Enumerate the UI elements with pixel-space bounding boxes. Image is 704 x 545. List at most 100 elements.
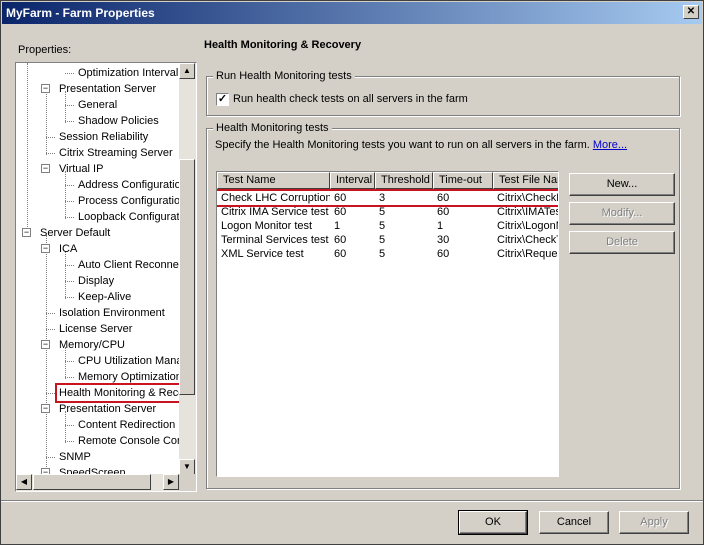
tests-list[interactable]: Test Name Interval Threshold Time-out Test F… (216, 171, 559, 477)
tree-guide-line (27, 63, 28, 235)
tree-item-server-default[interactable]: Server Default (38, 225, 112, 241)
tree-branch-line (65, 281, 74, 282)
table-cell: 1 (334, 220, 341, 232)
table-row[interactable]: Logon Monitor test 1 5 1 Citrix\LogonMonitor… (217, 219, 558, 233)
collapse-icon[interactable]: − (22, 228, 31, 237)
column-header[interactable]: Test File Name (493, 172, 558, 189)
tree-branch-line (46, 137, 55, 138)
tree-item-process-configuration[interactable]: Process Configuration (76, 193, 180, 209)
table-cell: Citrix\CheckTermSrv.dll (497, 234, 558, 246)
tree-item-cpu-utilization-management[interactable]: CPU Utilization Management (76, 353, 180, 369)
table-row[interactable]: Citrix IMA Service test 60 5 60 Citrix\IMATe… (217, 205, 558, 219)
tree-branch-line (46, 153, 55, 154)
tree-branch-line (65, 297, 74, 298)
page-title: Health Monitoring & Recovery (204, 39, 362, 51)
run-tests-checkbox-label[interactable]: Run health check tests on all servers in… (233, 93, 468, 105)
tree-branch-line (65, 425, 74, 426)
table-cell: 60 (334, 248, 347, 260)
scroll-thumb[interactable] (179, 159, 195, 395)
properties-tree[interactable]: Optimization Interval − Presentation Serve… (15, 62, 197, 492)
tree-item-memory-optimization[interactable]: Memory Optimization (76, 369, 180, 385)
tree-item-session-reliability[interactable]: Session Reliability (57, 129, 150, 145)
cancel-button[interactable]: Cancel (539, 511, 609, 534)
close-icon[interactable]: ✕ (683, 5, 699, 19)
column-header[interactable]: Interval (330, 172, 375, 189)
tree-branch-line (65, 201, 74, 202)
scroll-right-icon[interactable]: ▶ (163, 474, 179, 490)
ok-button[interactable]: OK (458, 510, 528, 535)
tree-guide-line (46, 91, 47, 155)
column-header[interactable]: Test Name (217, 172, 330, 189)
scroll-up-icon[interactable]: ▲ (179, 63, 195, 79)
collapse-icon[interactable]: − (41, 84, 50, 93)
tree-branch-line (46, 393, 55, 394)
table-cell: 5 (379, 206, 386, 218)
tree-item-virtual-ip[interactable]: Virtual IP (57, 161, 105, 177)
tree-item-optimization-interval[interactable]: Optimization Interval (76, 65, 180, 81)
scroll-corner (179, 474, 196, 491)
scroll-thumb-horizontal[interactable] (33, 474, 151, 490)
tree-branch-line (65, 441, 74, 442)
column-header[interactable]: Time-out (433, 172, 493, 189)
tree-branch-line (46, 329, 55, 330)
tree-item-license-server[interactable]: License Server (57, 321, 134, 337)
tree-item-shadow-policies[interactable]: Shadow Policies (76, 113, 161, 129)
table-row[interactable]: XML Service test 60 5 60 Citrix\RequestTicke… (217, 247, 558, 261)
tree-branch-line (65, 121, 74, 122)
tree-item-memory-cpu[interactable]: Memory/CPU (57, 337, 127, 353)
tests-group-title: Health Monitoring tests (213, 122, 332, 134)
collapse-icon[interactable]: − (41, 340, 50, 349)
table-cell: 30 (437, 234, 450, 246)
run-tests-checkbox[interactable]: ✓ (216, 93, 229, 106)
apply-button[interactable]: Apply (619, 511, 689, 534)
scroll-down-icon[interactable]: ▼ (179, 459, 195, 475)
tree-item-keep-alive[interactable]: Keep-Alive (76, 289, 133, 305)
table-cell: Citrix\RequestTicket.dll (497, 248, 558, 260)
tree-item-content-redirection[interactable]: Content Redirection (76, 417, 177, 433)
delete-button[interactable]: Delete (569, 231, 675, 254)
tree-item-snmp[interactable]: SNMP (57, 449, 93, 465)
tests-description: Specify the Health Monitoring tests you … (215, 139, 627, 151)
tree-branch-line (65, 185, 74, 186)
tree-item-display[interactable]: Display (76, 273, 116, 289)
table-cell: 60 (334, 206, 347, 218)
table-cell: 5 (379, 248, 386, 260)
tree-vertical-scrollbar[interactable]: ▲ ▼ (179, 63, 196, 475)
tree-branch-line (65, 73, 74, 74)
table-cell: 5 (379, 220, 386, 232)
tree-guide-line (65, 171, 66, 219)
tree-item-citrix-streaming-server[interactable]: Citrix Streaming Server (57, 145, 175, 161)
table-row[interactable]: Terminal Services test 60 5 30 Citrix\CheckT… (217, 233, 558, 247)
table-cell: 60 (437, 206, 450, 218)
tree-branch-line (65, 217, 74, 218)
table-cell: Check LHC Corruption (221, 192, 330, 204)
tree-item-loopback-configuration[interactable]: Loopback Configuration (76, 209, 180, 225)
collapse-icon[interactable]: − (41, 404, 50, 413)
tests-description-text: Specify the Health Monitoring tests you … (215, 139, 590, 151)
collapse-icon[interactable]: − (41, 164, 50, 173)
tree-item-auto-client-reconnect[interactable]: Auto Client Reconnect (76, 257, 180, 273)
tree-item-ica[interactable]: ICA (57, 241, 79, 257)
tree-item-isolation-environment[interactable]: Isolation Environment (57, 305, 167, 321)
scroll-left-icon[interactable]: ◀ (16, 474, 32, 490)
tree-horizontal-scrollbar[interactable]: ◀ ▶ (16, 474, 180, 491)
table-cell: 3 (379, 192, 386, 204)
table-cell: Citrix\CheckLHC.dll (497, 192, 558, 204)
table-cell: 1 (437, 220, 444, 232)
more-link[interactable]: More... (593, 139, 627, 151)
tree-item-presentation-server[interactable]: Presentation Server (57, 81, 158, 97)
properties-label: Properties: (18, 44, 72, 56)
tree-item-address-configuration[interactable]: Address Configuration (76, 177, 180, 193)
tree-branch-line (65, 265, 74, 266)
tree-item-general[interactable]: General (76, 97, 119, 113)
column-header[interactable]: Threshold (375, 172, 433, 189)
new-button[interactable]: New... (569, 173, 675, 196)
table-row[interactable]: Check LHC Corruption 60 3 60 Citrix\CheckLHC… (217, 189, 558, 207)
tree-item-presentation-server-2[interactable]: Presentation Server (57, 401, 158, 417)
modify-button[interactable]: Modify... (569, 202, 675, 225)
tree-item-health-monitoring-recovery[interactable]: Health Monitoring & Recovery (54, 383, 180, 403)
tree-guide-line (65, 251, 66, 299)
title-bar: MyFarm - Farm Properties ✕ (2, 2, 702, 24)
collapse-icon[interactable]: − (41, 244, 50, 253)
tree-item-remote-console-connections[interactable]: Remote Console Connections (76, 433, 180, 449)
